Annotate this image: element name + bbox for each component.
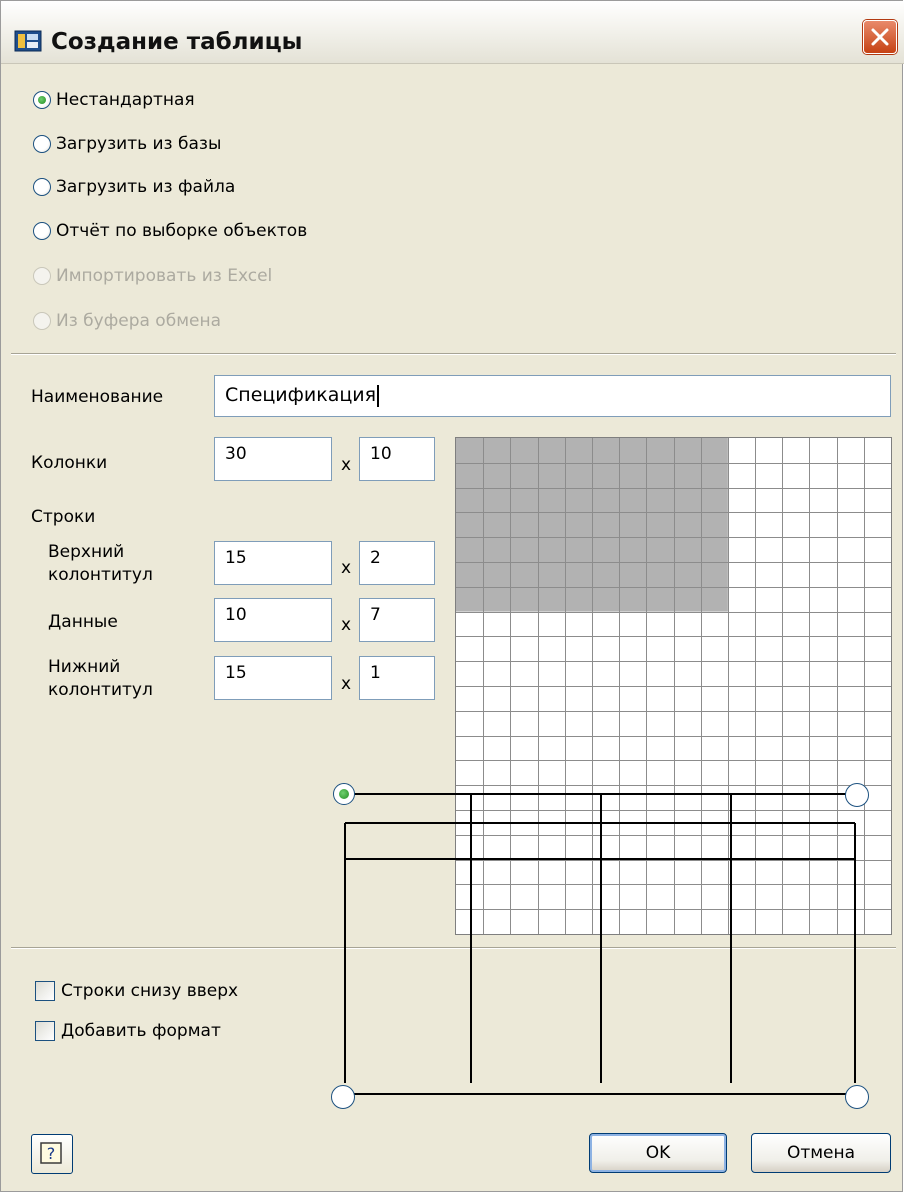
times-symbol: x <box>341 455 352 475</box>
header-height-input[interactable]: 15 <box>214 541 332 585</box>
radio-load-from-file[interactable]: Загрузить из файла <box>33 174 235 200</box>
origin-corner-top-left[interactable] <box>333 783 355 805</box>
rows-bottom-up-box[interactable] <box>35 981 55 1001</box>
radio-import-excel-indicator <box>33 267 51 285</box>
radio-load-from-file-indicator[interactable] <box>33 178 51 196</box>
radio-from-clipboard-label: Из буфера обмена <box>56 311 222 331</box>
columns-count-input[interactable]: 10 <box>359 437 435 481</box>
data-height-input[interactable]: 10 <box>214 598 332 642</box>
add-format-checkbox[interactable]: Добавить формат <box>35 1019 221 1043</box>
footer-label-line2: колонтитул <box>48 680 153 700</box>
radio-load-from-db-label: Загрузить из базы <box>56 134 222 154</box>
radio-object-report-indicator[interactable] <box>33 222 51 240</box>
close-icon <box>871 28 889 46</box>
title-bar[interactable]: Создание таблицы <box>1 1 904 64</box>
radio-custom-indicator[interactable] <box>33 91 51 109</box>
rows-bottom-up-checkbox[interactable]: Строки снизу вверх <box>35 979 238 1003</box>
add-format-box[interactable] <box>35 1021 55 1041</box>
columns-label: Колонки <box>31 453 108 473</box>
columns-width-input[interactable]: 30 <box>214 437 332 481</box>
create-table-dialog: Создание таблицы Нестандартная Загрузить… <box>0 0 904 1192</box>
radio-load-from-db[interactable]: Загрузить из базы <box>33 131 221 157</box>
radio-from-clipboard-indicator <box>33 312 51 330</box>
svg-text:?: ? <box>47 1144 56 1163</box>
grid-selected-area <box>456 438 728 612</box>
radio-custom-label: Нестандартная <box>56 90 195 110</box>
text-caret <box>377 384 380 407</box>
help-button[interactable]: ? <box>31 1134 73 1174</box>
radio-object-report[interactable]: Отчёт по выборке объектов <box>33 218 307 244</box>
app-icon <box>14 30 42 52</box>
radio-load-from-db-indicator[interactable] <box>33 135 51 153</box>
rows-bottom-up-label: Строки снизу вверх <box>61 981 239 1001</box>
footer-height-input[interactable]: 15 <box>214 656 332 700</box>
radio-from-clipboard: Из буфера обмена <box>33 308 221 334</box>
name-input[interactable]: Спецификация <box>214 375 891 417</box>
header-label-line1: Верхний <box>48 542 125 562</box>
ok-button[interactable]: OK <box>589 1133 727 1173</box>
table-origin-diagram <box>344 793 856 1095</box>
data-label: Данные <box>48 612 118 632</box>
radio-import-excel-label: Импортировать из Excel <box>56 266 273 286</box>
radio-custom[interactable]: Нестандартная <box>33 87 195 113</box>
footer-count-input[interactable]: 1 <box>359 656 435 700</box>
times-symbol: x <box>341 615 352 635</box>
header-count-input[interactable]: 2 <box>359 541 435 585</box>
data-count-input[interactable]: 7 <box>359 598 435 642</box>
name-label: Наименование <box>31 387 164 407</box>
origin-corner-bottom-right[interactable] <box>845 1085 869 1109</box>
origin-corner-selected-dot <box>339 789 349 799</box>
separator-top <box>11 353 896 355</box>
times-symbol: x <box>341 674 352 694</box>
dialog-title: Создание таблицы <box>51 29 303 55</box>
times-symbol: x <box>341 558 352 578</box>
add-format-label: Добавить формат <box>61 1021 221 1041</box>
radio-load-from-file-label: Загрузить из файла <box>56 177 236 197</box>
footer-label-line1: Нижний <box>48 657 121 677</box>
name-input-value: Спецификация <box>225 384 377 406</box>
origin-corner-bottom-left[interactable] <box>331 1085 355 1109</box>
help-icon: ? <box>40 1142 62 1164</box>
cancel-button[interactable]: Отмена <box>751 1133 891 1173</box>
rows-label: Строки <box>31 507 96 527</box>
header-label-line2: колонтитул <box>48 565 153 585</box>
origin-corner-top-right[interactable] <box>845 783 869 807</box>
radio-import-excel: Импортировать из Excel <box>33 263 272 289</box>
radio-object-report-label: Отчёт по выборке объектов <box>56 221 308 241</box>
close-button[interactable] <box>863 20 897 54</box>
